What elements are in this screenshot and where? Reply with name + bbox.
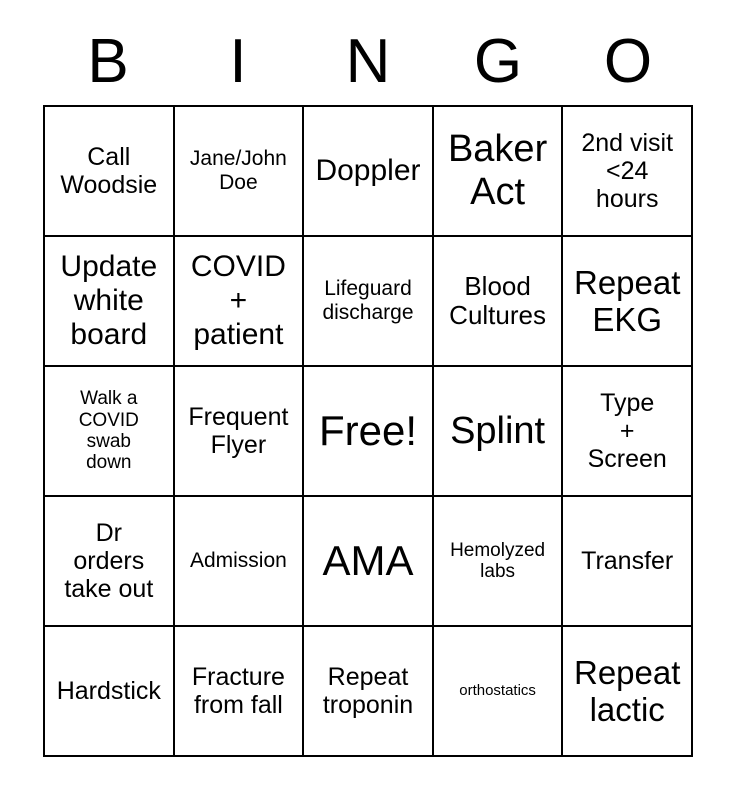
bingo-square-label: Call Woodsie xyxy=(60,142,158,199)
bingo-square-label: Splint xyxy=(450,409,546,452)
bingo-square-label: Fracture from fall xyxy=(191,662,285,719)
bingo-square-label: Type + Screen xyxy=(587,388,667,474)
bingo-square-label: Dr orders take out xyxy=(64,518,154,604)
bingo-square-b5[interactable]: Hardstick xyxy=(45,627,175,757)
bingo-free-space[interactable]: Free! xyxy=(304,367,434,497)
bingo-header-letter-o: O xyxy=(603,26,653,96)
bingo-header-letter-g: G xyxy=(473,26,523,96)
bingo-card: B I N G O Call Woodsie Jane/John Doe Doppler Ba… xyxy=(0,0,736,800)
bingo-square-i4[interactable]: Admission xyxy=(174,497,305,627)
bingo-square-b3[interactable]: Walk a COVID swab down xyxy=(45,367,175,497)
bingo-square-label: Free! xyxy=(318,407,417,455)
bingo-square-g1[interactable]: Baker Act xyxy=(433,107,564,237)
bingo-header-letter-i: I xyxy=(229,26,247,96)
bingo-square-i5[interactable]: Fracture from fall xyxy=(174,627,305,757)
bingo-square-label: Blood Cultures xyxy=(449,270,546,330)
bingo-square-label: AMA xyxy=(322,537,414,585)
bingo-square-label: Admission xyxy=(189,549,287,573)
bingo-square-label: Lifeguard discharge xyxy=(322,277,414,324)
bingo-square-g5[interactable]: orthostatics xyxy=(433,627,564,757)
bingo-square-g3[interactable]: Splint xyxy=(433,367,564,497)
bingo-square-label: Repeat troponin xyxy=(322,662,414,719)
bingo-square-label: Hemolyzed labs xyxy=(450,539,546,582)
bingo-square-label: Repeat lactic xyxy=(573,653,681,728)
bingo-square-o3[interactable]: Type + Screen xyxy=(563,367,693,497)
bingo-square-label: Frequent Flyer xyxy=(188,402,289,459)
bingo-square-o4[interactable]: Transfer xyxy=(563,497,693,627)
bingo-square-o5[interactable]: Repeat lactic xyxy=(563,627,693,757)
bingo-square-label: COVID + patient xyxy=(190,250,286,351)
bingo-square-label: Repeat EKG xyxy=(573,263,681,338)
bingo-header-row: BINGO xyxy=(43,18,693,105)
bingo-square-n2[interactable]: Lifeguard discharge xyxy=(304,237,434,367)
bingo-square-n1[interactable]: Doppler xyxy=(304,107,434,237)
bingo-square-n5[interactable]: Repeat troponin xyxy=(304,627,434,757)
bingo-square-label: Walk a COVID swab down xyxy=(78,388,139,474)
bingo-square-label: Jane/John Doe xyxy=(189,147,287,194)
bingo-square-n4[interactable]: AMA xyxy=(304,497,434,627)
bingo-square-o2[interactable]: Repeat EKG xyxy=(563,237,693,367)
bingo-square-b1[interactable]: Call Woodsie xyxy=(45,107,175,237)
bingo-square-label: Hardstick xyxy=(56,676,161,705)
bingo-square-b2[interactable]: Update white board xyxy=(45,237,175,367)
bingo-square-i3[interactable]: Frequent Flyer xyxy=(174,367,305,497)
bingo-square-i1[interactable]: Jane/John Doe xyxy=(174,107,305,237)
bingo-square-label: orthostatics xyxy=(459,681,536,699)
bingo-square-o1[interactable]: 2nd visit <24 hours xyxy=(563,107,693,237)
bingo-square-label: Transfer xyxy=(581,546,674,575)
bingo-grid: Call Woodsie Jane/John Doe Doppler Baker Ac… xyxy=(43,105,693,757)
bingo-square-label: Update white board xyxy=(60,250,158,351)
bingo-header-letter-n: N xyxy=(345,26,391,96)
bingo-square-label: 2nd visit <24 hours xyxy=(581,128,674,214)
bingo-square-label: Doppler xyxy=(315,154,421,188)
bingo-square-b4[interactable]: Dr orders take out xyxy=(45,497,175,627)
bingo-square-i2[interactable]: COVID + patient xyxy=(174,237,305,367)
bingo-square-label: Baker Act xyxy=(447,128,548,213)
bingo-header-letter-b: B xyxy=(87,26,129,96)
bingo-square-g2[interactable]: Blood Cultures xyxy=(433,237,564,367)
bingo-square-g4[interactable]: Hemolyzed labs xyxy=(433,497,564,627)
